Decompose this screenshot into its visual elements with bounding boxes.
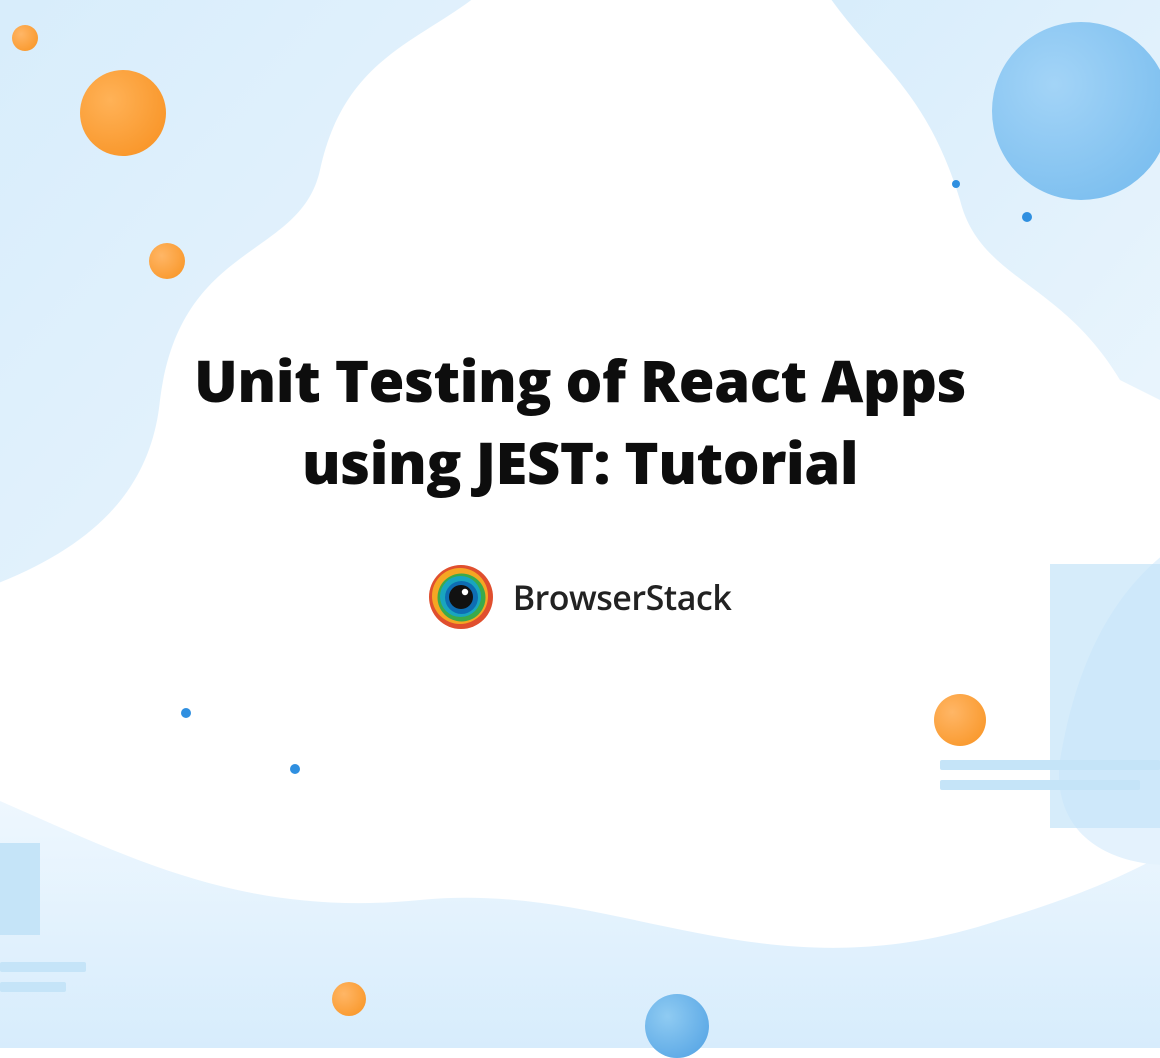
decorative-circle-orange [332, 982, 366, 1016]
background-blob [0, 0, 1160, 1048]
decorative-circle-orange [934, 694, 986, 746]
decorative-circle-blue [645, 994, 709, 1058]
decorative-dot-blue [181, 708, 191, 718]
decorative-rect [0, 843, 40, 935]
decorative-dot-blue [1022, 212, 1032, 222]
decorative-lines [940, 760, 1160, 790]
decorative-dot-blue [952, 180, 960, 188]
decorative-dot-orange [12, 25, 38, 51]
decorative-circle-orange [149, 243, 185, 279]
decorative-dot-blue [290, 764, 300, 774]
decorative-circle-blue [992, 22, 1160, 200]
decorative-circle-orange [80, 70, 166, 156]
decorative-lines [0, 962, 86, 992]
